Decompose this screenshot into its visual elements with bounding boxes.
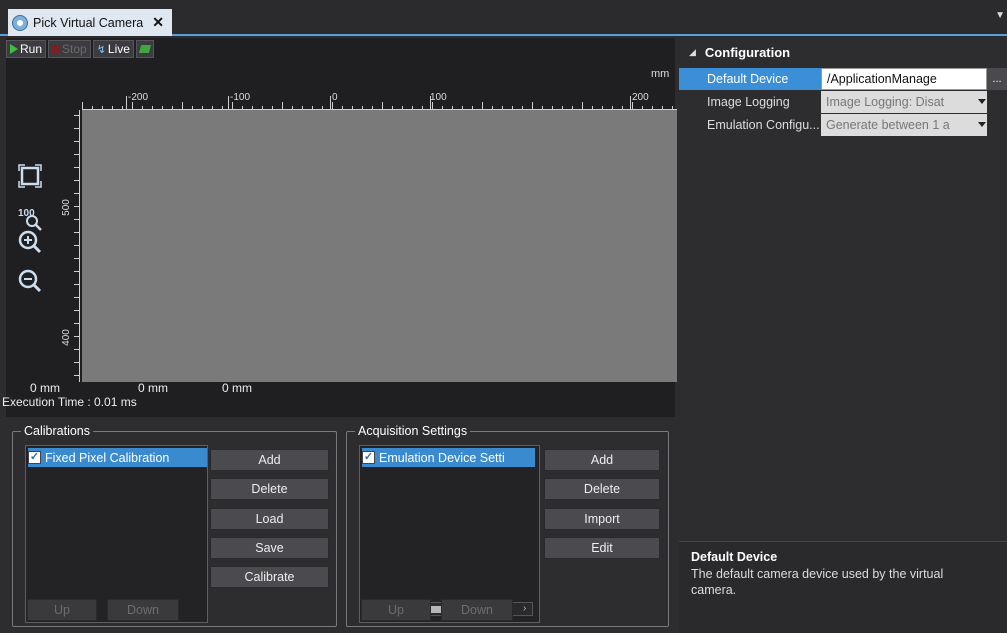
properties-pane: ◢ Configuration Default Device /Applicat… [679, 38, 1007, 633]
save-calibration-button[interactable]: Save [210, 537, 329, 559]
coord-y: 0 mm [138, 381, 168, 395]
add-acquisition-button[interactable]: Add [544, 449, 660, 471]
execution-time: Execution Time : 0.01 ms [2, 395, 137, 409]
calibrations-list[interactable]: ✓ Fixed Pixel Calibration [25, 445, 208, 623]
ruler-label: -100 [230, 92, 251, 103]
image-logging-select[interactable]: Image Logging: Disat [821, 91, 987, 113]
coord-x: 0 mm [30, 381, 60, 395]
property-row-image-logging[interactable]: Image Logging Image Logging: Disat [679, 91, 1007, 113]
run-label: Run [20, 42, 43, 56]
browse-button[interactable]: ... [987, 68, 1007, 90]
tab-dropdown-icon[interactable]: ▼ [995, 10, 1005, 21]
list-item[interactable]: ✓ Fixed Pixel Calibration [28, 448, 207, 467]
description-title: Default Device [691, 550, 778, 564]
live-label: Live [107, 42, 130, 56]
category-label: Configuration [704, 44, 791, 60]
live-icon: ↯ [96, 43, 106, 56]
fit-to-window-icon[interactable] [16, 162, 44, 190]
play-icon [10, 44, 18, 54]
ruler-label: 400 [60, 329, 72, 346]
camera-icon [12, 14, 28, 31]
stop-button[interactable]: Stop [48, 40, 91, 58]
calibrate-button[interactable]: Calibrate [210, 566, 329, 588]
property-name: Emulation Configu... [707, 118, 820, 132]
document-tab-strip: Pick Virtual Camera ✕ ▼ [0, 0, 1007, 36]
marker-button[interactable] [135, 40, 154, 58]
stop-icon [52, 45, 61, 53]
property-description: Default Device The default camera device… [679, 541, 1007, 633]
property-name: Default Device [679, 68, 821, 90]
ruler-label: 0 [332, 92, 338, 103]
ruler-label: 500 [60, 199, 72, 216]
delete-calibration-button[interactable]: Delete [210, 478, 329, 500]
calibrations-group: Calibrations ✓ Fixed Pixel Calibration A… [12, 424, 337, 627]
property-row-default-device[interactable]: Default Device /ApplicationManage ... [679, 68, 1007, 90]
ruler-label: 100 [430, 92, 447, 103]
flag-icon [138, 45, 152, 53]
property-name: Image Logging [707, 95, 790, 109]
emulation-config-select[interactable]: Generate between 1 a [821, 114, 987, 136]
ruler-unit: mm [651, 68, 670, 80]
delete-acquisition-button[interactable]: Delete [544, 478, 660, 500]
chevron-down-icon[interactable] [978, 99, 986, 104]
list-item-label: Emulation Device Setti [379, 450, 505, 465]
acquisition-list[interactable]: ✓ Emulation Device Setti ‹ › [359, 445, 540, 623]
close-tab-icon[interactable]: ✕ [152, 14, 164, 31]
add-calibration-button[interactable]: Add [210, 449, 329, 471]
property-row-emulation-config[interactable]: Emulation Configu... Generate between 1 … [679, 114, 1007, 136]
image-canvas[interactable] [82, 110, 677, 382]
acquisition-settings-group: Acquisition Settings ✓ Emulation Device … [346, 424, 669, 627]
vertical-ruler: 500 400 [60, 110, 80, 382]
checkbox[interactable]: ✓ [362, 451, 375, 464]
configuration-category[interactable]: ◢ Configuration [679, 42, 1007, 62]
scroll-right-icon[interactable]: › [523, 603, 526, 614]
run-button[interactable]: Run [6, 40, 47, 58]
calibrations-title: Calibrations [21, 424, 94, 438]
acquisition-up-button[interactable]: Up [361, 599, 431, 621]
image-view-pane: Run Stop ↯ Live mm -200 -100 0 100 200 5… [2, 38, 677, 417]
ruler-label: -200 [128, 92, 149, 103]
acquisition-title: Acquisition Settings [355, 424, 471, 438]
stop-label: Stop [62, 42, 87, 56]
coord-z: 0 mm [222, 381, 252, 395]
live-button[interactable]: ↯ Live [92, 40, 134, 58]
list-item-label: Fixed Pixel Calibration [45, 450, 170, 465]
import-button[interactable]: Import [544, 508, 660, 530]
svg-text:100: 100 [18, 208, 35, 219]
zoom-out-icon[interactable] [16, 267, 44, 295]
collapse-icon[interactable]: ◢ [689, 47, 696, 58]
zoom-in-icon[interactable] [16, 228, 44, 256]
list-item[interactable]: ✓ Emulation Device Setti [362, 448, 535, 467]
chevron-down-icon[interactable] [978, 122, 986, 127]
load-calibration-button[interactable]: Load [210, 508, 329, 530]
acquisition-down-button[interactable]: Down [441, 599, 513, 621]
view-toolbar: Run Stop ↯ Live [6, 40, 154, 58]
calibration-down-button[interactable]: Down [107, 599, 179, 621]
edit-button[interactable]: Edit [544, 537, 660, 559]
tab-pick-virtual-camera[interactable]: Pick Virtual Camera ✕ [8, 9, 172, 36]
checkbox[interactable]: ✓ [28, 451, 41, 464]
description-text: The default camera device used by the vi… [691, 567, 944, 597]
tab-title: Pick Virtual Camera [33, 15, 144, 30]
calibration-up-button[interactable]: Up [27, 599, 97, 621]
horizontal-ruler: -200 -100 0 100 200 [82, 92, 677, 110]
default-device-input[interactable]: /ApplicationManage [821, 68, 987, 90]
ruler-label: 200 [632, 92, 649, 103]
